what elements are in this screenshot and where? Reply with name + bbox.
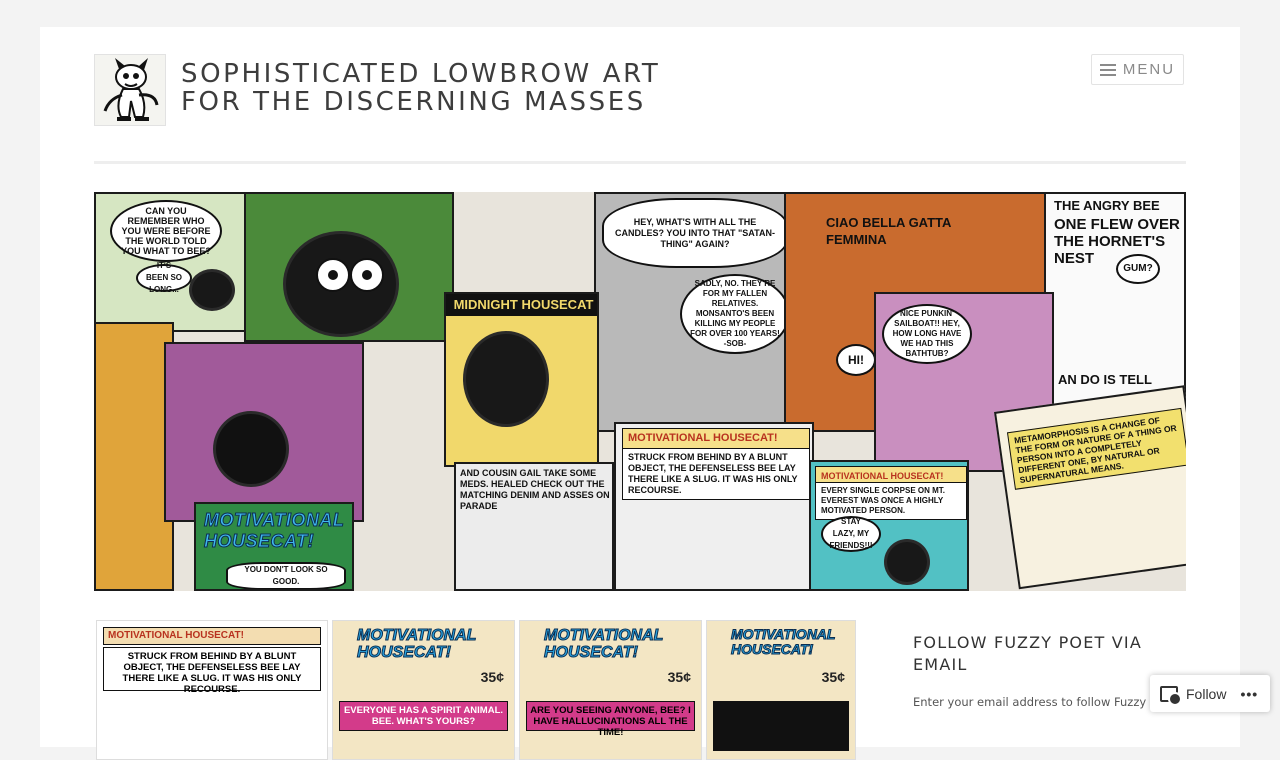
menu-button[interactable]: MENU xyxy=(1091,54,1184,85)
speech-bubble: IT'S BEEN SO LONG... xyxy=(136,261,192,294)
thumbnail-caption: EVERYONE HAS A SPIRIT ANIMAL. BEE. WHAT'… xyxy=(339,701,508,731)
speech-bubble: YOU DON'T LOOK SO GOOD. xyxy=(226,562,346,589)
header-image-comic-collage[interactable]: CAN YOU REMEMBER WHO YOU WERE BEFORE THE… xyxy=(94,192,1186,591)
thumbnail-caption: STRUCK FROM BEHIND BY A BLUNT OBJECT, TH… xyxy=(103,647,321,695)
speech-bubble: GUM? xyxy=(1116,254,1160,284)
fuzzy-bee-character xyxy=(887,542,927,582)
speech-bubble: NICE PUNKIN' SAILBOAT!! HEY, HOW LONG HA… xyxy=(882,304,972,364)
motivational-housecat-logo: MOTIVATIONAL HOUSECAT! xyxy=(731,626,836,657)
black-cat-character xyxy=(216,414,286,484)
thumbnail-header: MOTIVATIONAL HOUSECAT! xyxy=(103,627,321,645)
comic-panel: AND COUSIN GAIL TAKE SOME MEDS. HEALED C… xyxy=(454,462,614,591)
panel-title: ONE FLEW OVER THE HORNET'S NEST xyxy=(1054,216,1180,267)
comic-panel: MOTIVATIONAL HOUSECAT! EVERY SINGLE CORP… xyxy=(809,460,969,591)
panel-title: MIDNIGHT HOUSECAT xyxy=(446,294,597,316)
page-container: SOPHISTICATED LOWBROW ART FOR THE DISCER… xyxy=(40,27,1240,760)
price-label: 35¢ xyxy=(480,669,504,685)
speech-bubble: HI! xyxy=(836,344,876,376)
site-title-line2[interactable]: FOR THE DISCERNING MASSES xyxy=(181,87,646,117)
fuzzy-bee-character xyxy=(192,272,232,308)
site-title-line1[interactable]: SOPHISTICATED LOWBROW ART xyxy=(181,59,660,89)
site-logo[interactable] xyxy=(94,54,166,126)
eye xyxy=(316,258,350,292)
speech-bubble: CAN YOU REMEMBER WHO YOU WERE BEFORE THE… xyxy=(110,200,222,262)
follow-reader-icon xyxy=(1160,685,1182,706)
site-title[interactable]: SOPHISTICATED LOWBROW ART FOR THE DISCER… xyxy=(181,60,741,116)
panel-title: THE ANGRY BEE xyxy=(1054,198,1160,213)
post-thumbnail[interactable]: MOTIVATIONAL HOUSECAT! 35¢ xyxy=(706,620,856,760)
more-options-icon[interactable]: ••• xyxy=(1240,686,1258,702)
thumbnail-caption: ARE YOU SEEING ANYONE, BEE? I HAVE HALLU… xyxy=(526,701,695,738)
post-thumbnail[interactable]: MOTIVATIONAL HOUSECAT! STRUCK FROM BEHIN… xyxy=(96,620,328,760)
comic-panel xyxy=(94,322,174,591)
motivational-housecat-logo: MOTIVATIONAL HOUSECAT! xyxy=(357,627,477,662)
post-thumbnail[interactable]: MOTIVATIONAL HOUSECAT! 35¢ EVERYONE HAS … xyxy=(332,620,515,760)
follow-label: Follow xyxy=(1186,685,1227,702)
cartoon-cat-logo-icon xyxy=(95,55,165,125)
speech-bubble: HEY, WHAT'S WITH ALL THE CANDLES? YOU IN… xyxy=(602,198,788,268)
comic-panel xyxy=(244,192,454,342)
follow-button[interactable]: Follow ••• xyxy=(1150,675,1270,712)
panel-caption: EVERY SINGLE CORPSE ON MT. EVEREST WAS O… xyxy=(815,482,967,520)
panel-header: MOTIVATIONAL HOUSECAT! xyxy=(622,428,810,449)
hamburger-icon xyxy=(1099,63,1116,76)
price-label: 35¢ xyxy=(821,669,845,685)
eye xyxy=(350,258,384,292)
panel-text: AND COUSIN GAIL TAKE SOME MEDS. HEALED C… xyxy=(460,468,610,511)
panel-caption: METAMORPHOSIS IS A CHANGE OF THE FORM OR… xyxy=(1006,407,1186,490)
comic-panel: MOTIVATIONAL HOUSECAT! STRUCK FROM BEHIN… xyxy=(614,422,814,591)
header-divider xyxy=(94,161,1186,164)
speech-bubble: STAY LAZY, MY FRIENDS!!! xyxy=(821,516,881,552)
comic-panel: MOTIVATIONAL HOUSECAT! YOU DON'T LOOK SO… xyxy=(194,502,354,591)
comic-panel: METAMORPHOSIS IS A CHANGE OF THE FORM OR… xyxy=(994,385,1186,590)
comic-panel: MIDNIGHT HOUSECAT xyxy=(444,292,599,467)
sidebar-widget-title: FOLLOW FUZZY POET VIA EMAIL xyxy=(913,633,1142,674)
fuzzy-bee-character xyxy=(466,334,546,424)
comic-panel xyxy=(164,342,364,522)
panel-caption: STRUCK FROM BEHIND BY A BLUNT OBJECT, TH… xyxy=(622,448,810,500)
comic-panel: HEY, WHAT'S WITH ALL THE CANDLES? YOU IN… xyxy=(594,192,794,432)
price-label: 35¢ xyxy=(667,669,691,685)
panel-text: AN DO IS TELL xyxy=(1058,372,1152,387)
comic-panel: CAN YOU REMEMBER WHO YOU WERE BEFORE THE… xyxy=(94,192,254,332)
thumbnail-caption xyxy=(713,701,849,751)
menu-label: MENU xyxy=(1122,61,1176,78)
motivational-housecat-logo: MOTIVATIONAL HOUSECAT! xyxy=(544,627,664,662)
motivational-housecat-logo: MOTIVATIONAL HOUSECAT! xyxy=(204,510,345,552)
post-thumbnail[interactable]: MOTIVATIONAL HOUSECAT! 35¢ ARE YOU SEEIN… xyxy=(519,620,702,760)
speech-bubble: SADLY, NO. THEY'RE FOR MY FALLEN RELATIV… xyxy=(680,274,790,354)
italian-caption: CIAO BELLA GATTA FEMMINA xyxy=(826,215,951,247)
